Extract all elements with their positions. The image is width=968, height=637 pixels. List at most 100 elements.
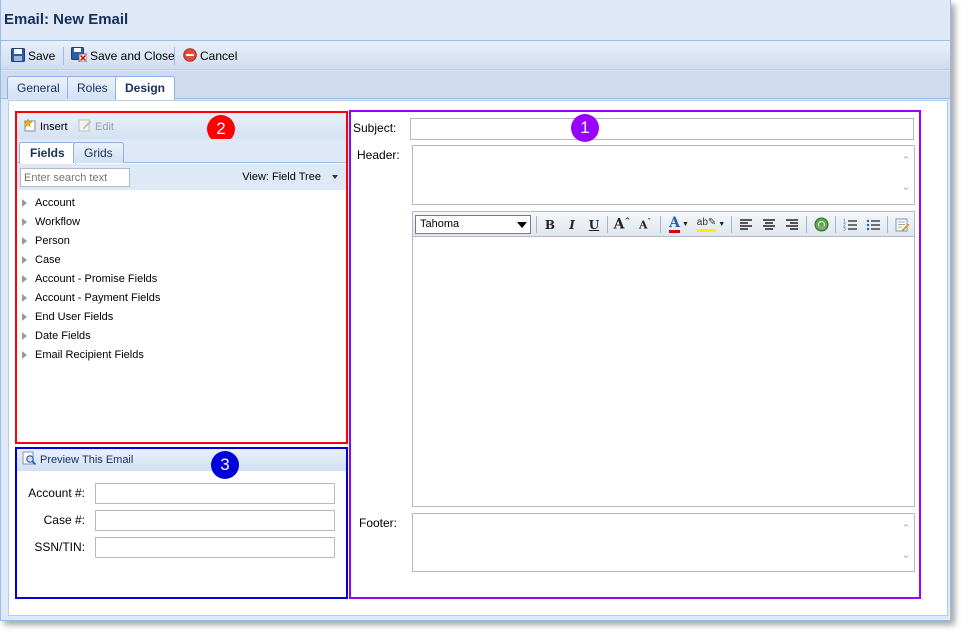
preview-panel: Preview This Email 3 Account #: Case #: … (15, 447, 348, 599)
cancel-label: Cancel (200, 49, 238, 63)
fields-toolbar: Insert Edit 2 (17, 113, 346, 143)
tree-item[interactable]: End User Fields (17, 307, 346, 326)
toolbar-separator (174, 47, 175, 65)
font-color-icon: A (669, 214, 680, 233)
numbered-list-button[interactable]: 123 (840, 215, 860, 234)
expand-arrow-icon[interactable] (22, 312, 27, 321)
tab-design[interactable]: Design (115, 76, 176, 100)
email-editor-panel: Subject: 1 Header: ⌃ ⌄ Tahoma B I U A^ A… (349, 110, 921, 599)
expand-arrow-icon[interactable] (22, 274, 27, 283)
source-edit-icon (895, 218, 909, 231)
view-selector[interactable]: View: Field Tree (242, 171, 338, 183)
footer-label: Footer: (359, 516, 398, 530)
increase-font-size-button[interactable]: A^ (612, 215, 632, 234)
align-center-button[interactable] (759, 215, 779, 234)
numbered-list-icon: 123 (843, 219, 857, 231)
scroll-up-icon[interactable]: ⌃ (900, 154, 912, 168)
tree-item[interactable]: Date Fields (17, 326, 346, 345)
expand-arrow-icon[interactable] (22, 217, 27, 226)
italic-button[interactable]: I (562, 215, 582, 234)
expand-arrow-icon[interactable] (22, 236, 27, 245)
tree-item-label: End User Fields (35, 310, 114, 323)
bullet-list-button[interactable] (863, 215, 883, 234)
search-row: View: Field Tree (17, 164, 346, 190)
underline-icon: U (588, 217, 600, 232)
cancel-button[interactable]: Cancel (183, 47, 237, 65)
underline-button[interactable]: U (584, 215, 604, 234)
toolbar-separator (835, 216, 836, 233)
align-right-icon (786, 218, 798, 230)
field-search-input[interactable] (20, 168, 130, 187)
font-color-button[interactable]: A ▼ (665, 215, 693, 234)
bullet-list-icon (866, 219, 880, 231)
expand-arrow-icon[interactable] (22, 293, 27, 302)
ssn-tin-label: SSN/TIN: (34, 540, 85, 554)
toolbar-separator (660, 216, 661, 233)
align-right-button[interactable] (782, 215, 802, 234)
insert-link-button[interactable] (811, 215, 831, 234)
subject-input[interactable] (410, 118, 914, 140)
tab-roles[interactable]: Roles (67, 76, 118, 99)
account-number-row: Account #: (17, 483, 346, 505)
save-and-close-label: Save and Close (90, 49, 175, 63)
header-textarea[interactable]: ⌃ ⌄ (412, 145, 915, 205)
highlight-color-button[interactable]: ab✎ ▼ (696, 215, 725, 234)
expand-arrow-icon[interactable] (22, 198, 27, 207)
floppy-disk-close-icon (71, 47, 88, 65)
preview-email-button[interactable]: Preview This Email (17, 449, 346, 471)
grow-font-icon: A^ (613, 216, 631, 233)
font-family-value: Tahoma (420, 218, 460, 230)
tree-item[interactable]: Person (17, 231, 346, 250)
case-number-row: Case #: (17, 510, 346, 532)
scroll-down-icon[interactable]: ⌄ (900, 180, 912, 194)
preview-email-label: Preview This Email (40, 454, 134, 466)
tree-item[interactable]: Account - Payment Fields (17, 288, 346, 307)
align-left-button[interactable] (736, 215, 756, 234)
tab-fields[interactable]: Fields (19, 142, 76, 164)
tree-item-label: Workflow (35, 215, 81, 228)
case-number-input[interactable] (95, 510, 335, 531)
expand-arrow-icon[interactable] (22, 350, 27, 359)
tab-bar: General Roles Design (1, 71, 950, 100)
scroll-down-icon[interactable]: ⌄ (900, 548, 912, 562)
toolbar-separator (607, 216, 608, 233)
tree-item-label: Case (35, 253, 61, 266)
decrease-font-size-button[interactable]: Aˇ (635, 215, 655, 234)
save-and-close-button[interactable]: Save and Close (71, 47, 175, 65)
subject-label: Subject: (353, 121, 397, 135)
insert-label: Insert (40, 120, 68, 133)
save-label: Save (28, 49, 56, 63)
fields-tab-bar: Fields Grids (17, 139, 346, 164)
tab-general[interactable]: General (7, 76, 70, 99)
account-number-input[interactable] (95, 483, 335, 504)
dropdown-caret-icon (332, 175, 338, 180)
bold-icon: B (544, 217, 556, 232)
window-title: Email: New Email (4, 11, 129, 28)
tab-grids[interactable]: Grids (73, 142, 124, 163)
tree-item[interactable]: Account (17, 193, 346, 212)
header-scroll-arrows[interactable]: ⌃ ⌄ (900, 154, 912, 194)
tree-item[interactable]: Email Recipient Fields (17, 345, 346, 364)
insert-button[interactable]: Insert (23, 118, 68, 135)
scroll-up-icon[interactable]: ⌃ (900, 522, 912, 536)
tree-item[interactable]: Workflow (17, 212, 346, 231)
ssn-tin-input[interactable] (95, 537, 335, 558)
header-label: Header: (357, 148, 400, 162)
tree-item-label: Date Fields (35, 329, 91, 342)
expand-arrow-icon[interactable] (22, 255, 27, 264)
footer-scroll-arrows[interactable]: ⌃ ⌄ (900, 522, 912, 562)
edit-button[interactable]: Edit (78, 118, 114, 135)
toolbar-separator (806, 216, 807, 233)
footer-textarea[interactable]: ⌃ ⌄ (412, 513, 915, 572)
tree-item[interactable]: Case (17, 250, 346, 269)
bold-button[interactable]: B (540, 215, 560, 234)
email-body-editor[interactable] (412, 237, 915, 507)
expand-arrow-icon[interactable] (22, 331, 27, 340)
save-button[interactable]: Save (11, 47, 55, 65)
callout-badge-3: 3 (211, 451, 239, 479)
edit-source-button[interactable] (892, 215, 912, 234)
tree-item-label: Account - Promise Fields (35, 272, 158, 285)
tree-item[interactable]: Account - Promise Fields (17, 269, 346, 288)
toolbar-separator (731, 216, 732, 233)
font-family-select[interactable]: Tahoma (415, 215, 531, 234)
